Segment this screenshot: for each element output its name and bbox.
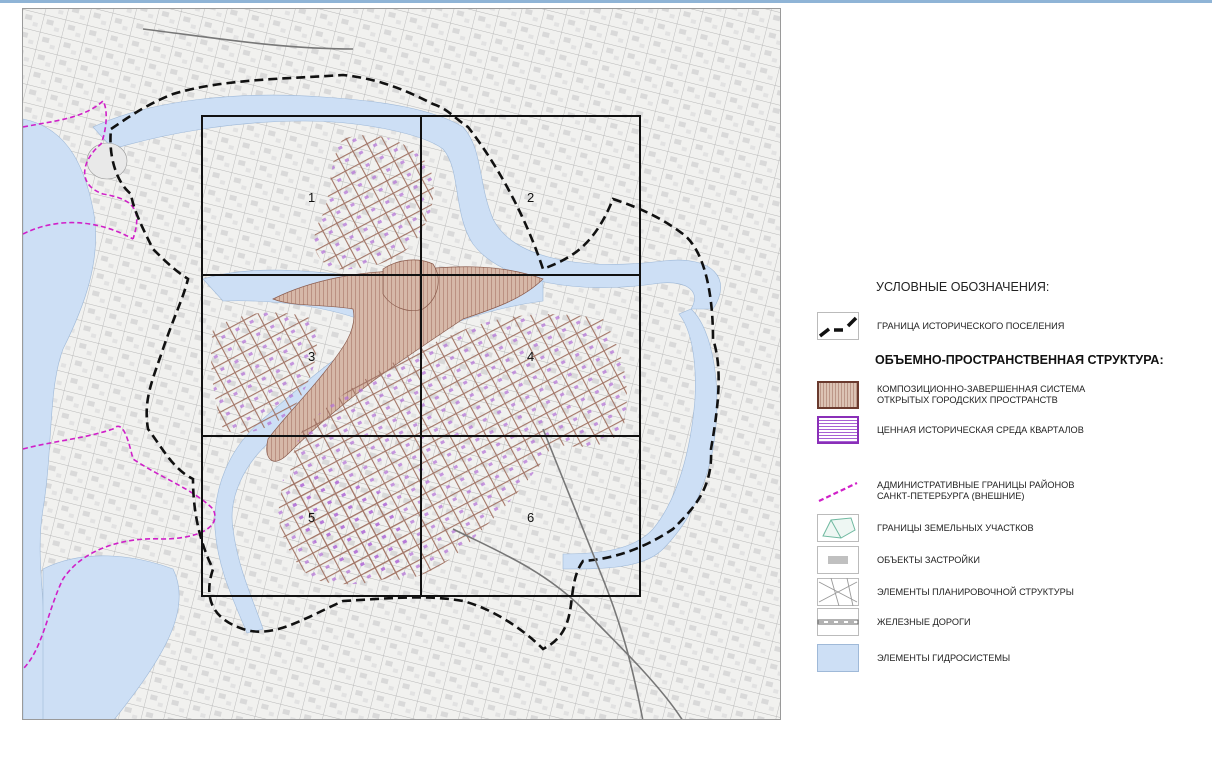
legend-item-railways: ЖЕЛЕЗНЫЕ ДОРОГИ <box>817 608 971 636</box>
land-plots-swatch <box>817 514 859 542</box>
buildings-label: ОБЪЕКТЫ ЗАСТРОЙКИ <box>877 554 980 565</box>
open-spaces-swatch <box>817 381 859 409</box>
map-canvas[interactable]: 1 2 3 4 5 6 <box>23 9 781 720</box>
map-view[interactable]: 1 2 3 4 5 6 <box>22 8 781 720</box>
open-spaces-label: КОМПОЗИЦИОННО-ЗАВЕРШЕННАЯ СИСТЕМА ОТКРЫТ… <box>877 384 1085 406</box>
admin-boundary-swatch <box>818 482 858 502</box>
legend-item-planning: ЭЛЕМЕНТЫ ПЛАНИРОВОЧНОЙ СТРУКТУРЫ <box>817 578 1074 606</box>
buildings-swatch <box>817 546 859 574</box>
structure-heading: ОБЪЕМНО-ПРОСТРАНСТВЕННАЯ СТРУКТУРА: <box>875 353 1164 367</box>
legend-item-admin-boundary: АДМИНИСТРАТИВНЫЕ ГРАНИЦЫ РАЙОНОВ САНКТ-П… <box>817 477 1074 505</box>
legend-item-land-plots: ГРАНИЦЫ ЗЕМЕЛЬНЫХ УЧАСТКОВ <box>817 514 1034 542</box>
top-bar <box>0 0 1212 3</box>
sheet-label-4: 4 <box>527 349 534 364</box>
open-space-strelka <box>382 259 439 311</box>
open-spaces-label-line2: ОТКРЫТЫХ ГОРОДСКИХ ПРОСТРАНСТВ <box>877 395 1058 405</box>
sheet-label-5: 5 <box>308 510 315 525</box>
stadium-island <box>86 142 128 180</box>
admin-boundary-label-line1: АДМИНИСТРАТИВНЫЕ ГРАНИЦЫ РАЙОНОВ <box>877 480 1075 490</box>
hydro-label: ЭЛЕМЕНТЫ ГИДРОСИСТЕМЫ <box>877 652 1011 663</box>
railways-swatch <box>817 608 859 636</box>
planning-label: ЭЛЕМЕНТЫ ПЛАНИРОВОЧНОЙ СТРУКТУРЫ <box>877 586 1074 597</box>
legend-title: УСЛОВНЫЕ ОБОЗНАЧЕНИЯ: <box>876 280 1050 294</box>
legend-item-historic-boundary: ГРАНИЦА ИСТОРИЧЕСКОГО ПОСЕЛЕНИЯ <box>817 312 1064 340</box>
land-plots-label: ГРАНИЦЫ ЗЕМЕЛЬНЫХ УЧАСТКОВ <box>877 522 1034 533</box>
sheet-label-2: 2 <box>527 190 534 205</box>
historic-blocks-swatch <box>817 416 859 444</box>
legend-item-historic-blocks: ЦЕННАЯ ИСТОРИЧЕСКАЯ СРЕДА КВАРТАЛОВ <box>817 416 1084 444</box>
hydro-swatch <box>817 644 859 672</box>
admin-boundary-label-line2: САНКТ-ПЕТЕРБУРГА (ВНЕШНИЕ) <box>877 491 1025 501</box>
admin-boundary-label: АДМИНИСТРАТИВНЫЕ ГРАНИЦЫ РАЙОНОВ САНКТ-П… <box>877 480 1074 502</box>
legend-item-hydro: ЭЛЕМЕНТЫ ГИДРОСИСТЕМЫ <box>817 644 1010 672</box>
historic-blocks-label: ЦЕННАЯ ИСТОРИЧЕСКАЯ СРЕДА КВАРТАЛОВ <box>877 424 1084 435</box>
open-spaces-label-line1: КОМПОЗИЦИОННО-ЗАВЕРШЕННАЯ СИСТЕМА <box>877 384 1086 394</box>
railways-label: ЖЕЛЕЗНЫЕ ДОРОГИ <box>877 616 971 627</box>
sheet-label-6: 6 <box>527 510 534 525</box>
legend-item-buildings: ОБЪЕКТЫ ЗАСТРОЙКИ <box>817 546 980 574</box>
planning-swatch <box>817 578 859 606</box>
sheet-label-3: 3 <box>308 349 315 364</box>
sheet-label-1: 1 <box>308 190 315 205</box>
historic-boundary-label: ГРАНИЦА ИСТОРИЧЕСКОГО ПОСЕЛЕНИЯ <box>877 320 1065 331</box>
legend-item-open-spaces: КОМПОЗИЦИОННО-ЗАВЕРШЕННАЯ СИСТЕМА ОТКРЫТ… <box>817 381 1085 409</box>
historic-boundary-swatch <box>817 312 859 340</box>
